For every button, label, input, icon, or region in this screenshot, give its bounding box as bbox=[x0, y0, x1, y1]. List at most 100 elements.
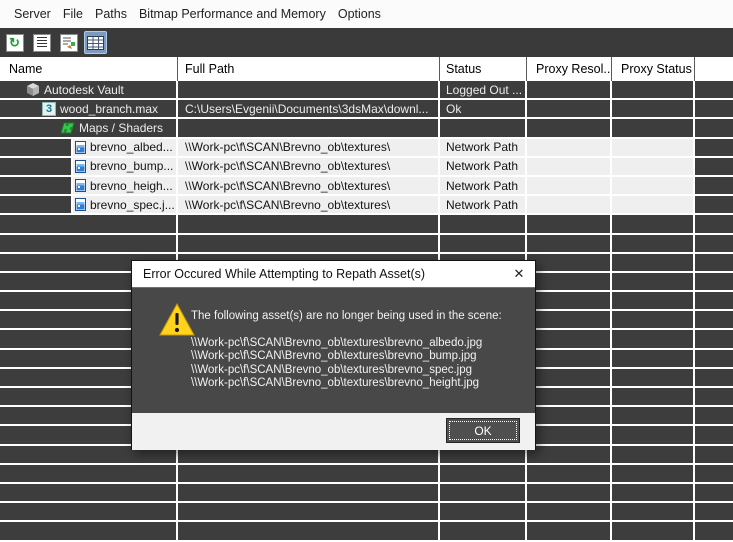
asset-name: Autodesk Vault bbox=[44, 83, 124, 97]
table-row-empty[interactable] bbox=[0, 235, 733, 254]
ok-button[interactable]: OK bbox=[446, 418, 520, 443]
menu-item-file[interactable]: File bbox=[57, 7, 89, 21]
status-cell bbox=[440, 215, 527, 234]
proxy-resolution-cell bbox=[527, 522, 612, 541]
column-header-full-path[interactable]: Full Path bbox=[178, 57, 440, 81]
name-cell: Maps / Shaders bbox=[0, 119, 178, 138]
full-path-cell: C:\Users\Evgenii\Documents\3dsMax\downl.… bbox=[178, 100, 440, 119]
full-path-cell: \\Work-pc\f\SCAN\Brevno_ob\textures\ bbox=[178, 196, 440, 215]
table-view-button[interactable] bbox=[84, 31, 107, 54]
table-row-empty[interactable] bbox=[0, 465, 733, 484]
name-cell bbox=[0, 465, 178, 484]
proxy-resolution-cell bbox=[527, 119, 612, 138]
tree-indent bbox=[0, 139, 73, 156]
proxy-resolution-cell bbox=[527, 100, 612, 119]
proxy-resolution-cell bbox=[527, 503, 612, 522]
grid-icon bbox=[87, 36, 104, 50]
asset-name: brevno_spec.j... bbox=[90, 198, 175, 212]
menu-item-paths[interactable]: Paths bbox=[89, 7, 133, 21]
ok-button-label: OK bbox=[449, 421, 517, 440]
table-row[interactable]: Maps / Shaders bbox=[0, 119, 733, 138]
extra-cell bbox=[695, 119, 733, 138]
extra-cell bbox=[695, 235, 733, 254]
column-header-proxy-resol[interactable]: Proxy Resol... bbox=[527, 57, 612, 81]
proxy-status-cell bbox=[612, 292, 695, 311]
table-row[interactable]: brevno_bump... \\Work-pc\f\SCAN\Brevno_ob… bbox=[0, 158, 733, 177]
extra-cell bbox=[695, 215, 733, 234]
table-row[interactable]: brevno_spec.j...\\Work-pc\f\SCAN\Brevno_… bbox=[0, 196, 733, 215]
extra-cell bbox=[695, 503, 733, 522]
proxy-status-cell bbox=[612, 100, 695, 119]
name-cell: Autodesk Vault bbox=[0, 81, 178, 100]
status-cell: Logged Out ... bbox=[440, 81, 527, 100]
menu-bar: ServerFilePathsBitmap Performance and Me… bbox=[0, 0, 733, 28]
close-icon[interactable]: ✕ bbox=[503, 261, 535, 287]
extra-cell bbox=[695, 311, 733, 330]
column-header-status[interactable]: Status bbox=[440, 57, 527, 81]
status-cell bbox=[440, 522, 527, 541]
extra-cell bbox=[695, 388, 733, 407]
refresh-button[interactable]: ↻ bbox=[3, 31, 26, 54]
status-cell bbox=[440, 484, 527, 503]
extra-cell bbox=[695, 407, 733, 426]
asset-path: \\Work-pc\f\SCAN\Brevno_ob\textures\brev… bbox=[191, 350, 482, 363]
bitmap-icon bbox=[75, 160, 86, 173]
table-row[interactable]: brevno_albed... \\Work-pc\f\SCAN\Brevno_o… bbox=[0, 139, 733, 158]
table-row-empty[interactable] bbox=[0, 522, 733, 541]
table-row[interactable]: Autodesk Vault Logged Out ... bbox=[0, 81, 733, 100]
asset-status: Network Path bbox=[446, 159, 518, 173]
max-file-icon: 3 bbox=[42, 102, 56, 116]
name-cell: brevno_heigh... bbox=[0, 177, 178, 196]
proxy-status-cell bbox=[612, 139, 695, 158]
error-dialog: Error Occured While Attempting to Repath… bbox=[131, 260, 536, 450]
asset-name: wood_branch.max bbox=[60, 102, 158, 116]
proxy-resolution-cell bbox=[527, 177, 612, 196]
dialog-titlebar[interactable]: Error Occured While Attempting to Repath… bbox=[132, 261, 535, 288]
tree-indent bbox=[0, 119, 58, 136]
table-row-empty[interactable] bbox=[0, 484, 733, 503]
proxy-status-cell bbox=[612, 465, 695, 484]
asset-name: brevno_albed... bbox=[90, 140, 173, 154]
table-row-empty[interactable] bbox=[0, 503, 733, 522]
menu-item-options[interactable]: Options bbox=[332, 7, 387, 21]
full-path-cell bbox=[178, 119, 440, 138]
status-cell: Network Path bbox=[440, 139, 527, 158]
asset-full-path: \\Work-pc\f\SCAN\Brevno_ob\textures\ bbox=[185, 140, 390, 154]
proxy-resolution-cell bbox=[527, 388, 612, 407]
warning-icon bbox=[159, 303, 195, 336]
proxy-status-cell bbox=[612, 254, 695, 273]
column-header-proxy-status[interactable]: Proxy Status bbox=[612, 57, 695, 81]
status-cell bbox=[440, 503, 527, 522]
proxy-status-cell bbox=[612, 273, 695, 292]
proxy-status-cell bbox=[612, 350, 695, 369]
column-header-name[interactable]: Name bbox=[0, 57, 178, 81]
table-row-empty[interactable] bbox=[0, 215, 733, 234]
menu-item-server[interactable]: Server bbox=[8, 7, 57, 21]
bitmap-icon bbox=[75, 179, 86, 192]
proxy-status-cell bbox=[612, 446, 695, 465]
asset-full-path: \\Work-pc\f\SCAN\Brevno_ob\textures\ bbox=[185, 159, 390, 173]
proxy-resolution-cell bbox=[527, 196, 612, 215]
tree-indent bbox=[0, 100, 40, 117]
status-cell: Ok bbox=[440, 100, 527, 119]
refresh-icon: ↻ bbox=[6, 34, 24, 52]
asset-status: Network Path bbox=[446, 140, 518, 154]
report-view-button[interactable] bbox=[30, 31, 53, 54]
proxy-status-cell bbox=[612, 330, 695, 349]
proxy-resolution-cell bbox=[527, 311, 612, 330]
asset-full-path: C:\Users\Evgenii\Documents\3dsMax\downl.… bbox=[185, 102, 428, 116]
menu-item-bitmap-performance-and-memory[interactable]: Bitmap Performance and Memory bbox=[133, 7, 332, 21]
table-row[interactable]: 3 wood_branch.max C:\Users\Evgenii\Documen… bbox=[0, 100, 733, 119]
extra-cell bbox=[695, 465, 733, 484]
proxy-resolution-cell bbox=[527, 350, 612, 369]
asset-full-path: \\Work-pc\f\SCAN\Brevno_ob\textures\ bbox=[185, 179, 390, 193]
status-cell: Network Path bbox=[440, 196, 527, 215]
table-row[interactable]: brevno_heigh... \\Work-pc\f\SCAN\Brevno_o… bbox=[0, 177, 733, 196]
name-cell: 3 wood_branch.max bbox=[0, 100, 178, 119]
dialog-title: Error Occured While Attempting to Repath… bbox=[132, 267, 503, 281]
proxy-resolution-cell bbox=[527, 407, 612, 426]
asset-name: brevno_bump... bbox=[90, 159, 173, 173]
proxy-resolution-cell bbox=[527, 254, 612, 273]
extra-cell bbox=[695, 446, 733, 465]
asset-paths-button[interactable] bbox=[57, 31, 80, 54]
